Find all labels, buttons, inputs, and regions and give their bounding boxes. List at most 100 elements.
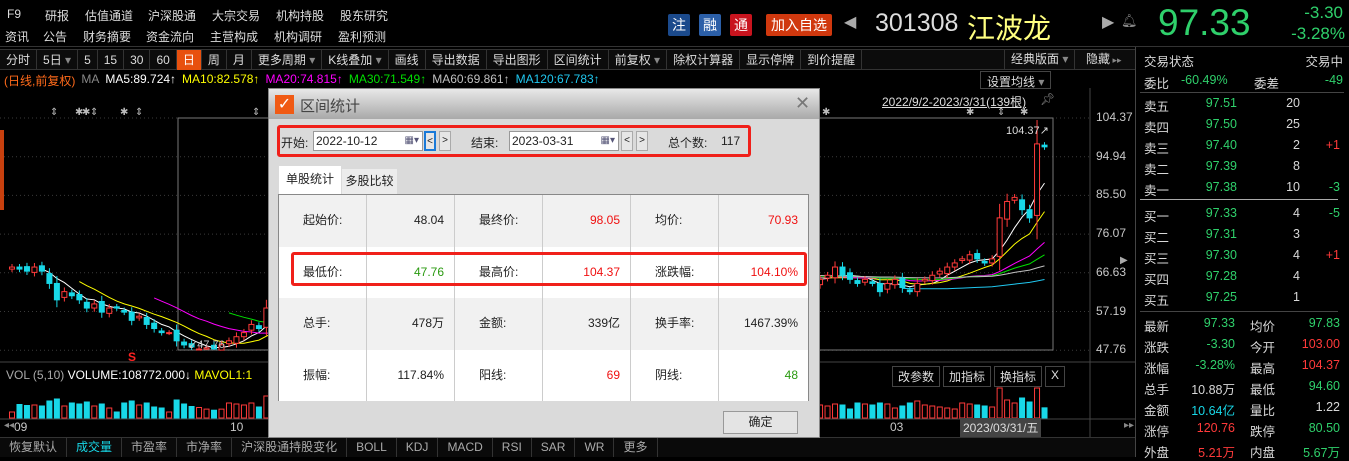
indicator-button[interactable]: 换指标 bbox=[994, 366, 1043, 387]
candle bbox=[128, 311, 135, 321]
volume-bar bbox=[974, 404, 981, 419]
tab-single-stock[interactable]: 单股统计 bbox=[279, 166, 341, 195]
event-marker-icon: ✱ bbox=[120, 107, 128, 118]
end-next-button[interactable]: > bbox=[636, 131, 648, 151]
book-price: 97.40 bbox=[1205, 138, 1237, 152]
book-label: 卖四 bbox=[1144, 121, 1170, 135]
volume-bar bbox=[181, 403, 188, 419]
start-date-input[interactable]: 2022-10-12 ▦▾ bbox=[313, 131, 423, 151]
candle bbox=[1011, 196, 1018, 201]
book-volume: 3 bbox=[1293, 227, 1300, 241]
candle bbox=[91, 303, 98, 309]
volume-legend: VOL (5,10) VOLUME:108772.000↓ MAVOL1:1 bbox=[6, 368, 252, 382]
stat-label: 最高 bbox=[1250, 362, 1276, 376]
book-price: 97.39 bbox=[1205, 159, 1237, 173]
candle bbox=[248, 323, 255, 331]
volume-bar bbox=[136, 404, 143, 419]
candle bbox=[861, 278, 868, 283]
ok-button[interactable]: 确定 bbox=[723, 411, 798, 434]
dialog-titlebar[interactable]: ✓ 区间统计 ✕ bbox=[269, 89, 819, 119]
stats-table: 起始价: 48.04 最终价: 98.05 均价: 70.93 最低价: 47.76 最高价: 1… bbox=[278, 194, 809, 401]
book-change: -3 bbox=[1328, 180, 1340, 194]
indicator-tab[interactable]: 恢复默认 bbox=[0, 438, 68, 457]
volume-bar bbox=[854, 402, 861, 419]
pin-icon[interactable]: 📌︎ bbox=[1040, 92, 1055, 106]
date-label-oct: 10 bbox=[230, 420, 244, 434]
indicator-tab[interactable]: SAR bbox=[532, 438, 576, 457]
indicator-tab[interactable]: 市盈率 bbox=[122, 438, 178, 457]
range-label[interactable]: 2022/9/2-2023/3/31(139根) bbox=[882, 93, 1026, 110]
price-change: -3.30 bbox=[1304, 3, 1343, 22]
book-price: 97.25 bbox=[1205, 290, 1237, 304]
scroll-left-icon[interactable]: ◂◂ bbox=[4, 420, 14, 431]
indicator-tab[interactable]: 市净率 bbox=[177, 438, 233, 457]
candle bbox=[914, 282, 921, 293]
volume-bar bbox=[38, 405, 45, 419]
end-prev-button[interactable]: < bbox=[621, 131, 633, 151]
candle bbox=[181, 341, 188, 346]
stat-value: 104.37 bbox=[1301, 358, 1340, 372]
stat-value: 97.83 bbox=[1308, 316, 1340, 330]
price-axis-label: 85.50 bbox=[1096, 187, 1127, 202]
indicator-tab[interactable]: KDJ bbox=[397, 438, 439, 457]
indicator-tab[interactable]: 成交量 bbox=[67, 438, 123, 457]
indicator-tab[interactable]: 更多 bbox=[614, 438, 658, 457]
book-price: 97.51 bbox=[1205, 96, 1237, 110]
calendar-icon[interactable]: ▦▾ bbox=[405, 132, 419, 150]
volume-bar bbox=[91, 405, 98, 419]
high-marker: 104.37↗ bbox=[1006, 125, 1049, 137]
event-marker-icon: ⇕ bbox=[50, 107, 58, 118]
tab-multi-compare[interactable]: 多股比较 bbox=[342, 169, 397, 194]
volume-bar bbox=[106, 407, 113, 419]
calendar-icon[interactable]: ▦▾ bbox=[601, 132, 615, 150]
volume-bar bbox=[951, 408, 958, 419]
scroll-right-icon[interactable]: ▸▸ bbox=[1124, 420, 1134, 431]
candle bbox=[1041, 144, 1048, 148]
book-change: +1 bbox=[1325, 138, 1340, 152]
close-icon[interactable]: ✕ bbox=[795, 93, 810, 114]
indicator-tab[interactable]: MACD bbox=[438, 438, 493, 457]
volume-bar bbox=[31, 404, 38, 419]
stat-label: 总手 bbox=[1144, 383, 1170, 397]
start-next-button[interactable]: > bbox=[439, 131, 451, 151]
candle bbox=[68, 292, 75, 297]
candle bbox=[76, 294, 83, 301]
end-date-input[interactable]: 2023-03-31 ▦▾ bbox=[509, 131, 619, 151]
stat-label: 最终价: bbox=[455, 195, 543, 247]
volume-bar bbox=[121, 402, 128, 419]
expand-arrow-icon[interactable]: ▶ bbox=[1120, 255, 1128, 266]
volume-bar bbox=[1034, 387, 1041, 419]
ratio-value: -60.49% bbox=[1181, 73, 1228, 87]
indicator-button[interactable]: 加指标 bbox=[943, 366, 992, 387]
divider bbox=[1140, 311, 1338, 312]
book-label: 卖一 bbox=[1144, 184, 1170, 198]
indicator-button[interactable]: X bbox=[1045, 366, 1066, 387]
stat-value: 478万 bbox=[367, 298, 455, 350]
count-label: 总个数: bbox=[668, 136, 708, 150]
candle bbox=[891, 278, 898, 286]
book-label: 买四 bbox=[1144, 273, 1170, 287]
candle bbox=[255, 325, 262, 330]
book-label: 买二 bbox=[1144, 231, 1170, 245]
indicator-tab[interactable]: 沪深股通持股变化 bbox=[232, 438, 348, 457]
stat-label: 外盘 bbox=[1144, 446, 1170, 460]
price-row-highlight bbox=[291, 252, 807, 286]
volume-bar bbox=[891, 407, 898, 419]
dialog-title: 区间统计 bbox=[300, 98, 361, 115]
candle bbox=[1026, 209, 1033, 219]
start-prev-button[interactable]: < bbox=[424, 131, 436, 151]
indicator-tab[interactable]: RSI bbox=[493, 438, 532, 457]
diff-label: 委差 bbox=[1254, 77, 1280, 91]
indicator-button[interactable]: 改参数 bbox=[892, 366, 941, 387]
indicator-tab[interactable]: BOLL bbox=[347, 438, 397, 457]
event-marker-icon: ⇕ bbox=[252, 107, 260, 118]
price-axis-label: 57.19 bbox=[1096, 303, 1127, 318]
candle bbox=[166, 332, 173, 335]
book-change: +1 bbox=[1325, 248, 1340, 262]
candle bbox=[981, 260, 988, 264]
volume-bar bbox=[876, 402, 883, 419]
indicator-tab[interactable]: WR bbox=[575, 438, 615, 457]
volume-bar bbox=[196, 407, 203, 419]
book-volume: 4 bbox=[1293, 206, 1300, 220]
s-marker-icon: S bbox=[128, 350, 137, 364]
